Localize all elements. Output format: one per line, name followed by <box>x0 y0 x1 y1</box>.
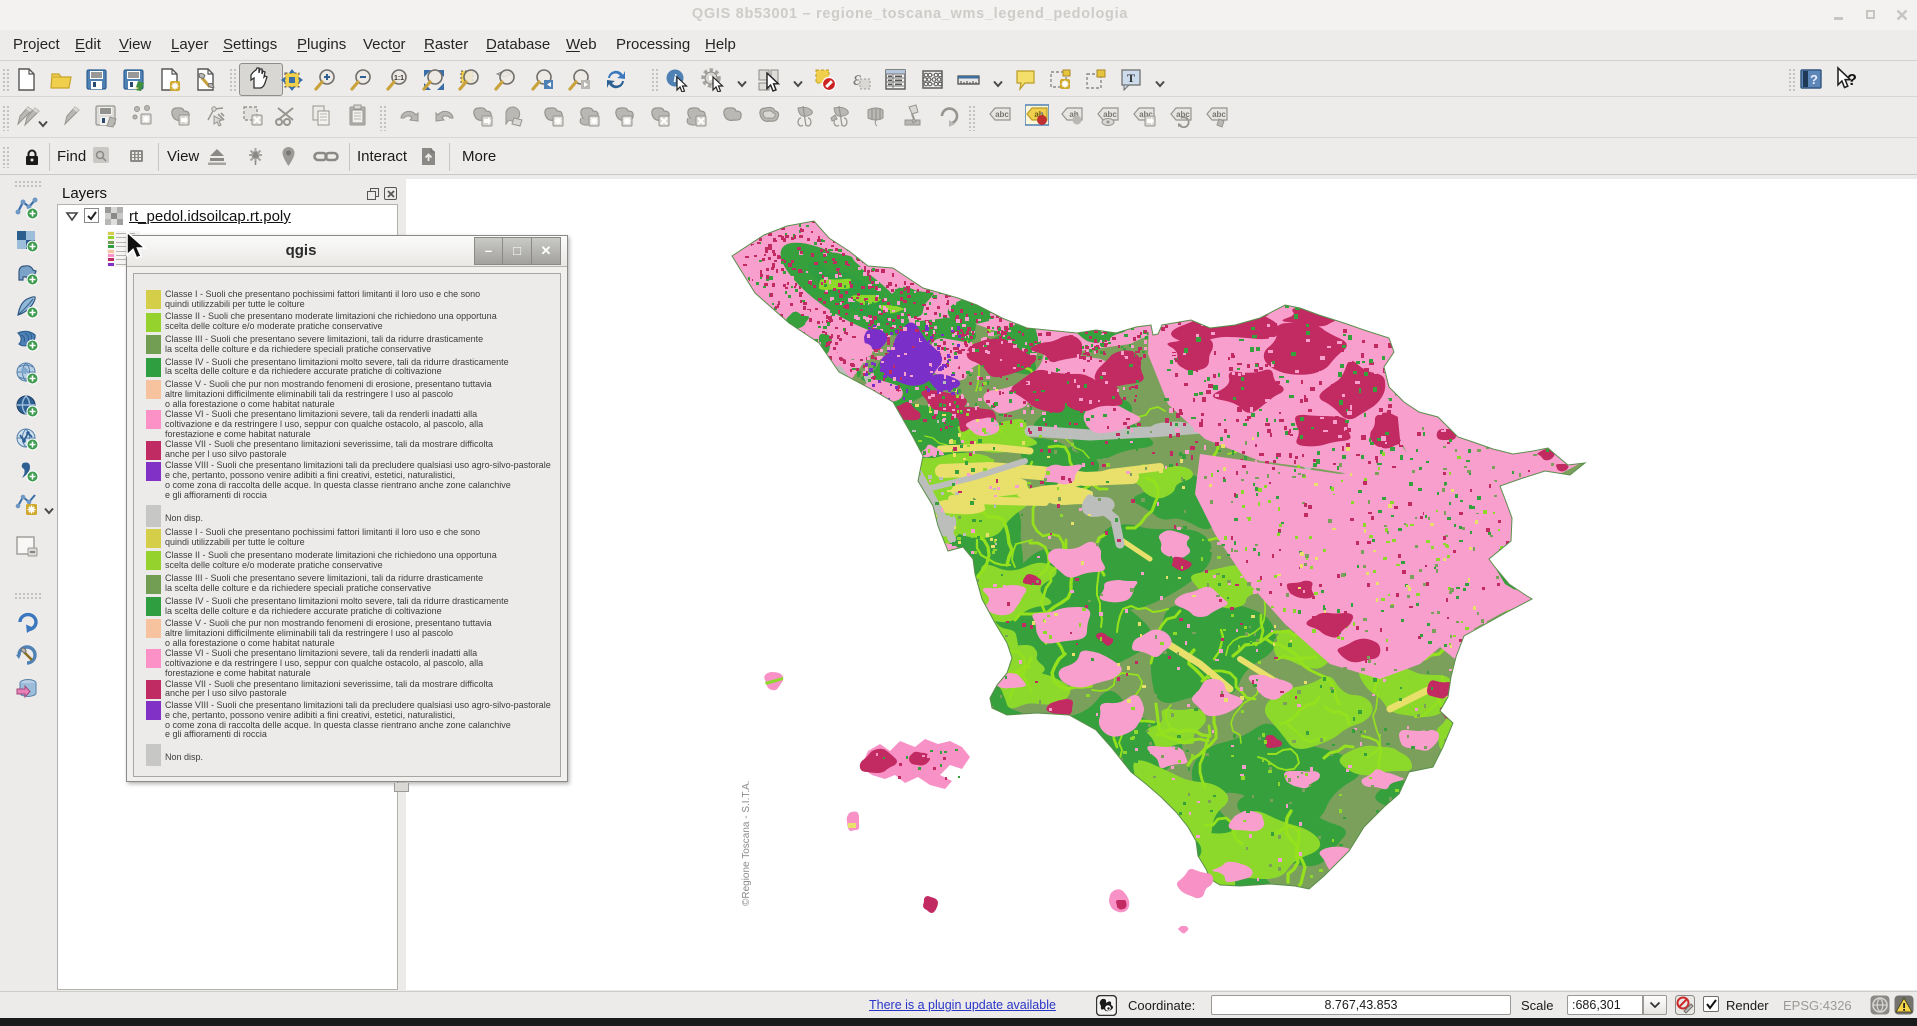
svg-text:?: ? <box>1847 72 1857 89</box>
svg-text:T: T <box>1127 71 1135 85</box>
svg-text:1:1: 1:1 <box>394 75 404 82</box>
svg-text:ε: ε <box>853 68 861 90</box>
svg-text:abc: abc <box>1212 110 1226 119</box>
svg-text:abc: abc <box>1103 110 1117 119</box>
svg-text:abc: abc <box>995 110 1009 119</box>
svg-text:©Regione Toscana - S.I.T.A.: ©Regione Toscana - S.I.T.A. <box>741 780 752 906</box>
svg-text:?: ? <box>1810 72 1818 87</box>
